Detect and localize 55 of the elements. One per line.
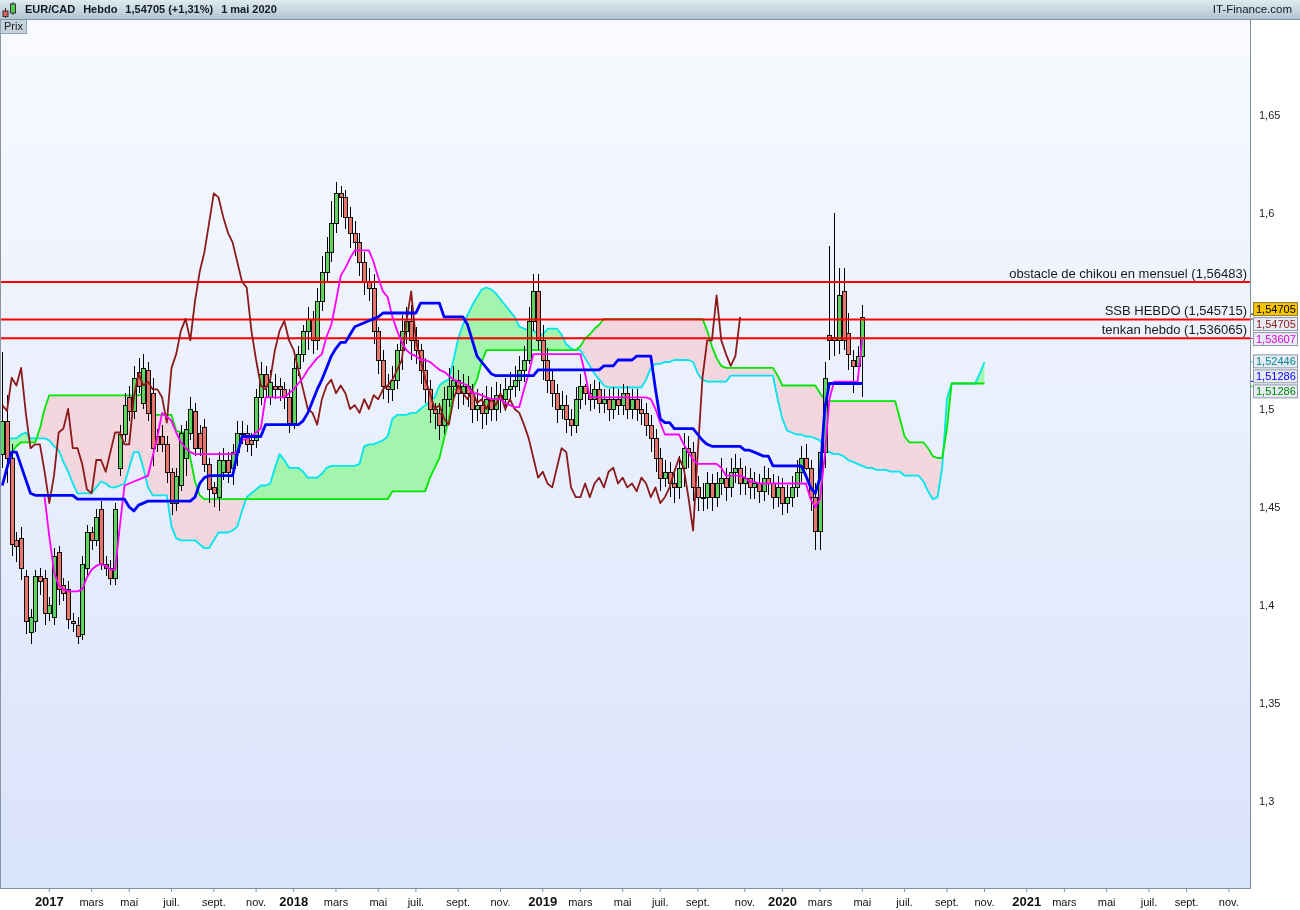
y-axis-label: 1,35: [1259, 697, 1281, 709]
candlestick: [71, 612, 76, 633]
price-tag: 1,52446: [1250, 354, 1298, 369]
level-label: tenkan hebdo (1,536065): [1101, 322, 1247, 338]
x-axis-label: juil.: [896, 896, 913, 908]
x-axis-label: juil.: [163, 896, 180, 908]
y-axis-label: 1,3: [1259, 795, 1275, 807]
x-axis-label: sept.: [934, 896, 959, 908]
price-tag: 1,54705: [1250, 302, 1298, 317]
quote-label: 1,54705 (+1,31%): [125, 2, 214, 17]
y-axis-label: 1,6: [1259, 207, 1275, 220]
x-axis-label: mai: [1097, 896, 1116, 908]
x-axis-label: 2021: [1012, 894, 1042, 909]
x-axis-label: 2020: [767, 894, 797, 909]
panel-label: Prix: [0, 20, 27, 34]
y-axis-label: 1,45: [1259, 501, 1281, 513]
symbol-label: EUR/CAD: [25, 2, 76, 17]
x-axis-label: sept.: [1174, 896, 1199, 908]
x-axis-label: sept.: [685, 896, 710, 908]
x-axis-label: nov.: [974, 896, 995, 908]
x-axis-label: nov.: [1218, 896, 1239, 908]
date-label: 1 mai 2020: [221, 2, 277, 17]
level-label: obstacle de chikou en mensuel (1,56483): [1009, 265, 1247, 281]
x-axis-label: mars: [323, 896, 349, 908]
x-axis-label: mars: [807, 896, 833, 908]
x-axis-label: nov.: [246, 896, 267, 908]
x-axis-label: nov.: [490, 896, 511, 908]
level-label: SSB HEBDO (1,545715): [1104, 303, 1247, 319]
x-axis-label: 2017: [34, 894, 64, 909]
x-axis-label: mai: [369, 896, 388, 908]
x-axis-label: mars: [79, 896, 104, 908]
x-axis-label: juil.: [1140, 896, 1158, 908]
x-axis-label: juil.: [652, 896, 669, 908]
y-axis-label: 1,5: [1259, 403, 1275, 415]
brand-label: IT-Finance.com: [1212, 2, 1292, 17]
price-tag: 1,51286: [1250, 384, 1298, 399]
candlestick: [771, 473, 776, 510]
x-axis-label: mars: [1052, 896, 1077, 908]
x-axis-label: mai: [853, 896, 872, 908]
y-axis-label: 1,4: [1259, 599, 1275, 611]
x-axis-label: mars: [568, 896, 593, 908]
x-axis-label: 2019: [528, 894, 558, 909]
x-axis-label: 2018: [279, 894, 309, 909]
y-axis-label: 1,65: [1259, 109, 1281, 122]
price-tag: 1,51286: [1250, 369, 1298, 384]
x-axis-label: nov.: [734, 896, 755, 908]
price-tag: 1,54705: [1250, 317, 1298, 332]
candlestick-icon: [2, 1, 17, 18]
period-label: Hebdo: [83, 2, 118, 17]
x-axis-label: mai: [120, 896, 139, 908]
x-axis-label: juil.: [407, 896, 425, 908]
x-axis-label: sept.: [201, 896, 226, 908]
x-axis-label: mai: [613, 896, 632, 908]
price-tag: 1,53607: [1250, 332, 1298, 347]
x-axis-label: sept.: [446, 896, 471, 908]
